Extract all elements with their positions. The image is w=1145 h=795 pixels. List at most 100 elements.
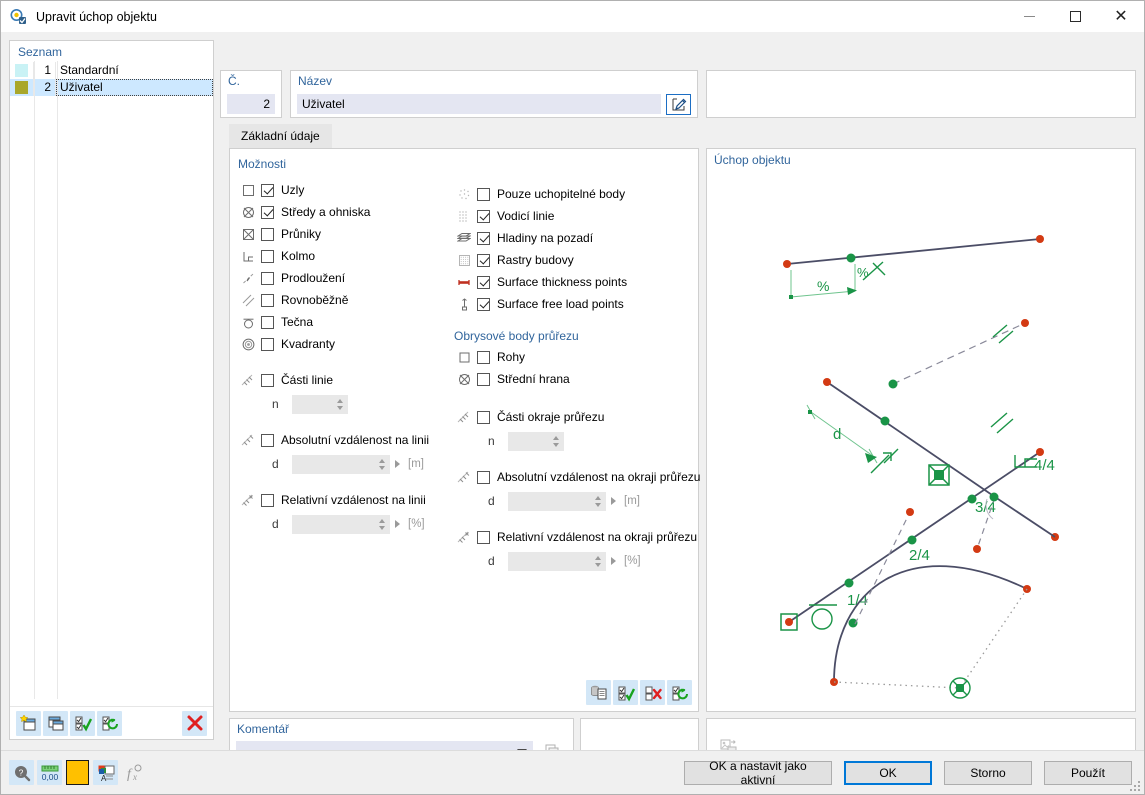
option-row-kvadranty[interactable]: Kvadranty (238, 333, 453, 355)
new-item-button[interactable] (16, 710, 41, 736)
checkbox[interactable] (477, 275, 490, 289)
copy-item-button[interactable] (43, 710, 68, 736)
units-button[interactable]: 0,00 (37, 760, 62, 785)
checkbox[interactable] (477, 187, 490, 201)
checkbox[interactable] (477, 231, 490, 245)
option-row-surface-thickness[interactable]: Surface thickness points (454, 271, 694, 293)
d-spinner[interactable] (292, 514, 390, 534)
name-edit-button[interactable] (666, 94, 691, 115)
color-swatch (15, 81, 28, 94)
option-row-pruniky[interactable]: Průniky (238, 223, 453, 245)
option-row-casti-linie[interactable]: Části linie (238, 369, 453, 391)
option-row-uzly[interactable]: Uzly (238, 179, 453, 201)
n-spinner[interactable] (508, 431, 564, 451)
expand-arrow-icon[interactable] (611, 557, 616, 565)
checkbox[interactable] (477, 297, 490, 311)
checkbox[interactable] (477, 350, 490, 364)
option-row-abs-distance-line[interactable]: Absolutní vzdálenost na linii (238, 429, 453, 451)
object-snap-preview[interactable]: % % d 4/4 3/4 2/4 1/4 (707, 167, 1135, 703)
option-label: Kolmo (281, 249, 316, 263)
option-label: Tečna (281, 315, 314, 329)
option-row-rovnobezne[interactable]: Rovnoběžně (238, 289, 453, 311)
checkbox[interactable] (261, 315, 274, 329)
option-row-snappable-points[interactable]: Pouze uchopitelné body (454, 183, 694, 205)
refresh-list-button[interactable] (97, 710, 122, 736)
name-label: Název (298, 74, 333, 88)
n-spinner[interactable] (292, 394, 348, 414)
option-row-abs-distance-edge[interactable]: Absolutní vzdálenost na okraji průřezu (454, 466, 700, 488)
list-caption: Seznam (18, 45, 63, 59)
option-row-building-grids[interactable]: Rastry budovy (454, 249, 694, 271)
cancel-button[interactable]: Storno (944, 761, 1032, 785)
color-button[interactable] (65, 760, 90, 785)
window-controls: ✕ (1006, 1, 1144, 32)
field-label: n (272, 397, 279, 411)
field-row-abs-distance-line: d [m] (238, 451, 453, 477)
checkbox[interactable] (261, 433, 274, 447)
checkbox[interactable] (477, 253, 490, 267)
check-all-button[interactable] (70, 710, 95, 736)
import-from-library-button[interactable] (586, 680, 611, 705)
resize-grip[interactable] (1129, 780, 1141, 792)
checkbox[interactable] (477, 209, 490, 223)
checkbox[interactable] (261, 337, 274, 351)
option-row-prodlouzeni[interactable]: Prodloužení (238, 267, 453, 289)
display-properties-button[interactable]: A (93, 760, 118, 785)
checkbox[interactable] (261, 227, 274, 241)
expand-arrow-icon[interactable] (395, 460, 400, 468)
checkbox[interactable] (261, 271, 274, 285)
close-button[interactable]: ✕ (1098, 1, 1144, 32)
reset-selection-button[interactable] (667, 680, 692, 705)
list-item[interactable]: 2 Uživatel (10, 79, 213, 96)
d-spinner[interactable] (508, 491, 606, 511)
expand-arrow-icon[interactable] (395, 520, 400, 528)
number-field-group: Č. (220, 70, 282, 118)
number-input[interactable] (227, 94, 275, 114)
option-row-stredy-a-ohniska[interactable]: Středy a ohniska (238, 201, 453, 223)
checkbox[interactable] (261, 373, 274, 387)
delete-item-button[interactable] (182, 710, 207, 736)
option-row-section-edge-parts[interactable]: Části okraje průřezu (454, 406, 694, 428)
option-row-background-layers[interactable]: Hladiny na pozadí (454, 227, 694, 249)
checkbox[interactable] (261, 293, 274, 307)
name-input[interactable] (297, 94, 661, 114)
ok-and-set-active-button[interactable]: OK a nastavit jako aktivní (684, 759, 832, 787)
ok-button[interactable]: OK (844, 761, 932, 785)
formula-button[interactable]: f x (121, 760, 146, 785)
d-spinner[interactable] (292, 454, 390, 474)
option-label: Relativní vzdálenost na linii (281, 493, 426, 507)
option-label: Rastry budovy (497, 253, 574, 267)
function-icon: f x (127, 764, 141, 782)
checkbox[interactable] (477, 530, 490, 544)
checkbox[interactable] (261, 493, 274, 507)
checkbox[interactable] (261, 249, 274, 263)
option-row-rel-distance-line[interactable]: Relativní vzdálenost na linii (238, 489, 453, 511)
option-row-rohy[interactable]: Rohy (454, 346, 694, 368)
select-all-button[interactable] (613, 680, 638, 705)
svg-text:d: d (833, 426, 841, 443)
checkbox[interactable] (261, 183, 274, 197)
display-props-icon: A (98, 765, 114, 783)
expand-arrow-icon[interactable] (611, 497, 616, 505)
option-row-guide-lines[interactable]: Vodicí linie (454, 205, 694, 227)
checkbox[interactable] (477, 410, 490, 424)
option-row-stredni-hrana[interactable]: Střední hrana (454, 368, 694, 390)
apply-button[interactable]: Použít (1044, 761, 1132, 785)
checkbox[interactable] (477, 372, 490, 386)
checkbox[interactable] (477, 470, 490, 484)
field-label: d (488, 554, 495, 568)
tab-basic-data[interactable]: Základní údaje (229, 124, 332, 148)
option-row-tecna[interactable]: Tečna (238, 311, 453, 333)
minimize-button[interactable] (1006, 1, 1052, 32)
option-row-rel-distance-edge[interactable]: Relativní vzdálenost na okraji průřezu (454, 526, 697, 548)
checkbox[interactable] (261, 205, 274, 219)
deselect-all-button[interactable] (640, 680, 665, 705)
window-title: Upravit úchop objektu (36, 9, 157, 24)
help-button[interactable]: ? (9, 760, 34, 785)
svg-text:2/4: 2/4 (909, 547, 930, 564)
list-item[interactable]: 1 Standardní (10, 62, 213, 79)
maximize-button[interactable] (1052, 1, 1098, 32)
option-row-kolmo[interactable]: Kolmo (238, 245, 453, 267)
d-spinner[interactable] (508, 551, 606, 571)
option-row-surface-free-load[interactable]: Surface free load points (454, 293, 694, 315)
